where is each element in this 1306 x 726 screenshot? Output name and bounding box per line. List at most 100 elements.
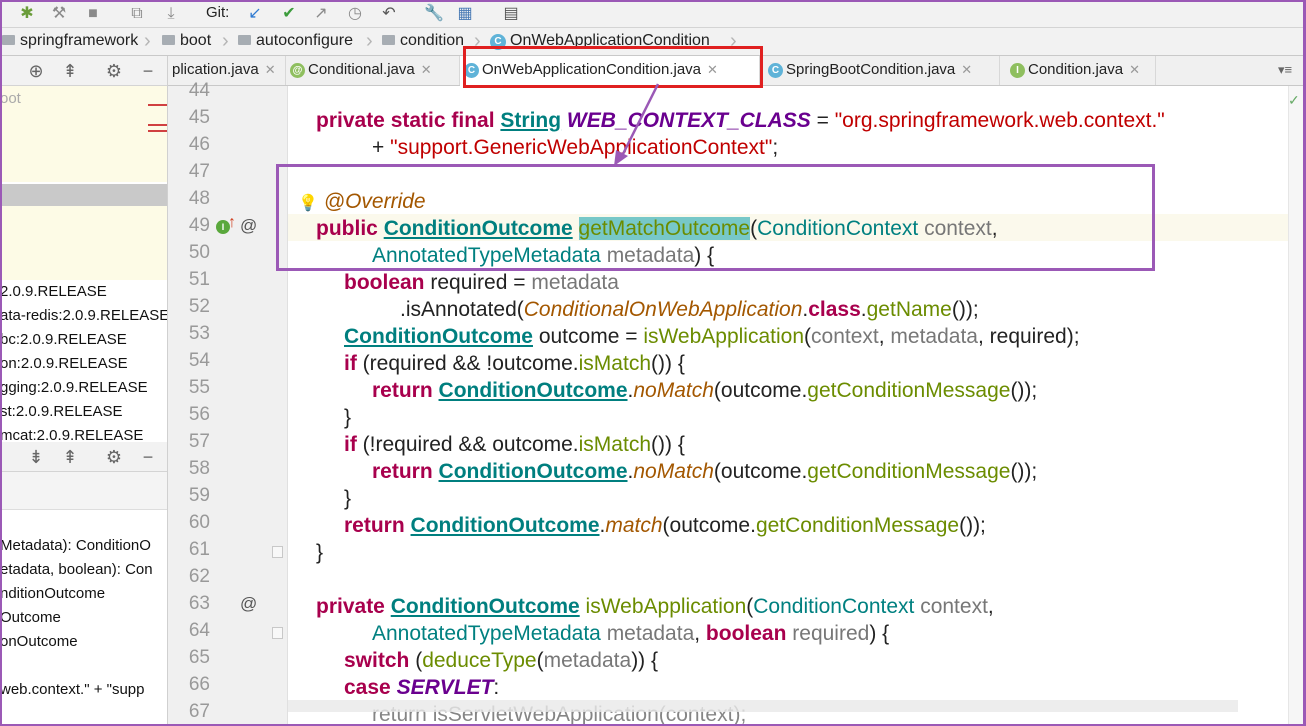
collapse-all-icon[interactable]: ⇞ [60, 447, 80, 468]
breadcrumb-springframework[interactable]: springframework [2, 32, 138, 50]
code-line-55: return ConditionOutcome.noMatch(outcome.… [372, 379, 1038, 402]
stop-icon[interactable]: ■ [84, 5, 102, 23]
revert-icon[interactable]: ↶ [380, 5, 398, 23]
code-line-61: } [316, 541, 324, 564]
folder-icon [238, 35, 251, 45]
line-number: 55 [188, 377, 210, 398]
expand-all-icon[interactable]: ⇟ [26, 447, 46, 468]
main-toolbar: ✱ ⚒ ■ ⧉ ⤓ Git: ↙ ✔ ↗ ◷ ↶ 🔧 ▦ ▤ [0, 0, 1306, 28]
terminal-icon[interactable]: ▤ [502, 5, 520, 23]
tab-condition[interactable]: I Condition.java ✕ [1006, 56, 1156, 85]
line-number: 63 [188, 593, 210, 614]
tooltip-strip [288, 700, 1238, 712]
project-tree-area [0, 206, 167, 280]
at-marker-icon[interactable]: @ [240, 216, 257, 236]
breadcrumb-autoconfigure[interactable]: autoconfigure [238, 32, 353, 50]
code-line-54: if (required && !outcome.isMatch()) { [344, 352, 685, 375]
line-number: 47 [188, 161, 210, 182]
code-line-66: case SERVLET: [344, 676, 500, 699]
line-number: 54 [188, 350, 210, 371]
line-number: 57 [188, 431, 210, 452]
breadcrumb-condition[interactable]: condition [382, 32, 464, 50]
tab-overflow-icon[interactable]: ▾≡ [1278, 62, 1292, 78]
line-number: 50 [188, 242, 210, 263]
line-number: 64 [188, 620, 210, 641]
list-item[interactable]: Outcome [0, 606, 167, 630]
list-item[interactable]: gging:2.0.9.RELEASE [0, 376, 167, 400]
tab-springbootcondition[interactable]: C SpringBootCondition.java ✕ [764, 56, 1000, 85]
list-item[interactable]: etadata, boolean): Con [0, 558, 167, 582]
structure-panel-toolbar: ⇟ ⇞ ⚙ − [0, 442, 167, 472]
android-icon[interactable]: ✱ [18, 5, 36, 23]
structure-list-bottom: web.context." + "supp [0, 678, 167, 702]
fold-marker-icon[interactable] [272, 546, 283, 558]
structure-list: Metadata): ConditionO etadata, boolean):… [0, 534, 167, 654]
list-item[interactable]: on:2.0.9.RELEASE [0, 352, 167, 376]
git-label: Git: [206, 4, 230, 21]
list-item[interactable]: ata-redis:2.0.9.RELEASE [0, 304, 167, 328]
close-icon[interactable]: ✕ [421, 62, 432, 77]
collapse-icon[interactable]: ⇞ [60, 61, 80, 82]
list-item[interactable]: web.context." + "supp [0, 678, 167, 702]
code-line-63: private ConditionOutcome isWebApplicatio… [316, 595, 994, 618]
line-number: 44 [188, 80, 210, 101]
c-icon: C [768, 63, 783, 78]
list-item[interactable]: nditionOutcome [0, 582, 167, 606]
hammer-icon[interactable]: ⚒ [50, 5, 68, 23]
fold-marker-icon[interactable] [272, 627, 283, 639]
line-number: 46 [188, 134, 210, 155]
project-panel-toolbar: ⊕ ⇞ ⚙ − [0, 56, 167, 86]
breadcrumb-separator: › [222, 30, 229, 52]
project-tree-area: oot [0, 86, 167, 182]
close-icon[interactable]: ✕ [265, 62, 276, 77]
code-line-56: } [344, 406, 352, 429]
gear-icon[interactable]: ⚙ [104, 447, 124, 468]
history-icon[interactable]: ◷ [346, 5, 364, 23]
folder-icon [2, 35, 15, 45]
line-number: 58 [188, 458, 210, 479]
line-number: 56 [188, 404, 210, 425]
line-number: 49 [188, 215, 210, 236]
selected-row[interactable] [0, 184, 167, 206]
error-marker [148, 130, 167, 132]
target-icon[interactable]: ⊕ [26, 61, 46, 82]
close-icon[interactable]: ✕ [961, 62, 972, 77]
wrench-icon[interactable]: 🔧 [424, 5, 444, 23]
code-line-60: return ConditionOutcome.match(outcome.ge… [344, 514, 986, 537]
project-structure-icon[interactable]: ▦ [456, 5, 474, 23]
download-icon[interactable]: ⤓ [162, 5, 180, 23]
override-arrow-icon[interactable]: ↑ [228, 214, 236, 232]
code-line-45: private static final String WEB_CONTEXT_… [316, 109, 1165, 132]
minimize-icon[interactable]: − [138, 61, 158, 82]
code-line-46: + "support.GenericWebApplicationContext"… [372, 136, 779, 159]
git-push-icon[interactable]: ↗ [312, 5, 330, 23]
project-root-label: oot [0, 90, 21, 107]
annotation-icon: @ [290, 63, 305, 78]
code-line-51: boolean required = metadata [344, 271, 619, 294]
list-item[interactable]: 2.0.9.RELEASE [0, 280, 167, 304]
gear-icon[interactable]: ⚙ [104, 61, 124, 82]
close-icon[interactable]: ✕ [1129, 62, 1140, 77]
project-panel: ⊕ ⇞ ⚙ − oot 2.0.9.RELEASE ata-redis:2.0.… [0, 56, 168, 726]
breadcrumb-boot[interactable]: boot [162, 32, 211, 50]
line-number: 45 [188, 107, 210, 128]
breadcrumb-separator: › [366, 30, 373, 52]
line-number: 51 [188, 269, 210, 290]
tab-conditional[interactable]: @ Conditional.java ✕ [286, 56, 460, 85]
list-item[interactable]: Metadata): ConditionO [0, 534, 167, 558]
list-item[interactable]: onOutcome [0, 630, 167, 654]
folder-icon [382, 35, 395, 45]
git-commit-icon[interactable]: ✔ [280, 5, 298, 23]
minimize-icon[interactable]: − [138, 447, 158, 468]
list-item[interactable]: bc:2.0.9.RELEASE [0, 328, 167, 352]
at-marker-icon[interactable]: @ [240, 594, 257, 614]
library-list: 2.0.9.RELEASE ata-redis:2.0.9.RELEASE bc… [0, 280, 167, 448]
line-number: 67 [188, 701, 210, 722]
line-number: 61 [188, 539, 210, 560]
breadcrumb-separator: › [144, 30, 151, 52]
copy-icon[interactable]: ⧉ [128, 5, 146, 23]
line-number: 52 [188, 296, 210, 317]
code-line-57: if (!required && outcome.isMatch()) { [344, 433, 685, 456]
git-update-icon[interactable]: ↙ [246, 5, 264, 23]
list-item[interactable]: st:2.0.9.RELEASE [0, 400, 167, 424]
